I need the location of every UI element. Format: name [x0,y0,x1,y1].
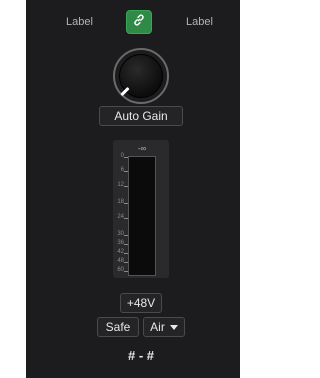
meter-scale-48: 48 [117,258,124,264]
meter-tick [124,262,128,263]
level-meter-bar [128,156,156,276]
auto-gain-button[interactable]: Auto Gain [99,106,183,126]
meter-scale-0: 0 [120,153,124,159]
meter-tick [124,203,128,204]
meter-tick [124,244,128,245]
air-label: Air [150,320,165,334]
chevron-down-icon [169,324,178,330]
meter-scale-18: 18 [117,199,124,205]
meter-scale-24: 24 [117,214,124,220]
meter-tick [124,253,128,254]
meter-tick [124,218,128,219]
peak-readout: -∞ [137,144,147,153]
meter-tick [124,186,128,187]
meter-scale-60: 60 [117,267,124,273]
auto-gain-label: Auto Gain [114,109,168,123]
meter-scale-30: 30 [117,231,124,237]
meter-scale-42: 42 [117,249,124,255]
meter-scale-6: 6 [120,167,124,173]
right-margin [240,0,246,378]
meter-tick [124,235,128,236]
channel-number-label: # - # [127,348,154,363]
meter-tick [124,271,128,272]
meter-tick [124,171,128,172]
stereo-link-button[interactable] [126,10,152,34]
meter-tick [124,157,128,158]
meter-scale-36: 36 [117,240,124,246]
right-channel-label: Label [186,16,213,28]
safe-label: Safe [105,320,131,334]
phantom-power-label: +48V [126,296,156,310]
air-dropdown[interactable]: Air [143,317,185,337]
phantom-power-button[interactable]: +48V [120,293,162,313]
left-channel-label: Label [66,16,93,28]
left-margin [0,0,26,378]
link-icon [132,13,146,32]
meter-scale-12: 12 [117,182,124,188]
safe-button[interactable]: Safe [97,317,139,337]
